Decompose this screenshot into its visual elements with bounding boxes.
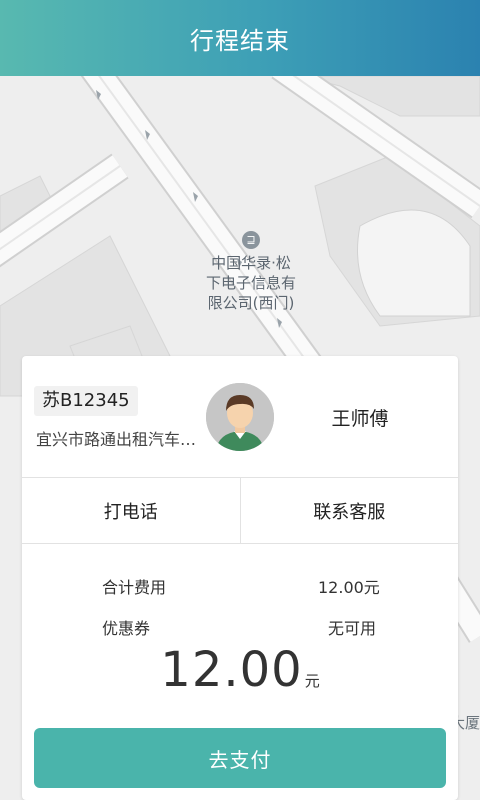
taxi-company: 宜兴市路通出租汽车有限公司 bbox=[36, 430, 206, 449]
trip-summary-card: 苏B12345 宜兴市路通出租汽车有限公司 王师傅 打电话 联系客服 合计费用 … bbox=[22, 356, 458, 800]
payable-amount-unit: 元 bbox=[304, 672, 320, 690]
page-title: 行程结束 bbox=[190, 26, 290, 55]
call-button[interactable]: 打电话 bbox=[22, 478, 240, 543]
poi-line-3: 限公司(西门) bbox=[207, 294, 295, 312]
poi-marker-icon: ⊒ bbox=[242, 231, 260, 249]
driver-info: 苏B12345 宜兴市路通出租汽车有限公司 王师傅 bbox=[22, 356, 458, 478]
license-plate: 苏B12345 bbox=[34, 386, 138, 416]
header-bar: 行程结束 bbox=[0, 0, 480, 76]
action-bar: 打电话 联系客服 bbox=[22, 478, 458, 544]
poi-line-2: 下电子信息有 bbox=[205, 274, 296, 292]
poi-line-1: 中国华录·松 bbox=[211, 254, 291, 272]
pay-button[interactable]: 去支付 bbox=[34, 728, 446, 788]
customer-service-button[interactable]: 联系客服 bbox=[239, 478, 459, 543]
driver-name: 王师傅 bbox=[331, 408, 389, 430]
coupon-value: 无可用 bbox=[328, 619, 377, 638]
coupon-row[interactable]: 优惠券 无可用 bbox=[22, 615, 458, 639]
coupon-label: 优惠券 bbox=[102, 619, 151, 638]
payable-amount-value: 12.00 bbox=[160, 642, 303, 698]
fee-total-row: 合计费用 12.00元 bbox=[22, 574, 458, 598]
payable-amount: 12.00 元 bbox=[22, 642, 458, 698]
driver-avatar-icon bbox=[206, 383, 274, 451]
map-poi-label[interactable]: ⊒ 中国华录·松 下电子信息有 限公司(西门) bbox=[196, 228, 306, 313]
fee-total-value: 12.00元 bbox=[318, 578, 380, 597]
fee-total-label: 合计费用 bbox=[102, 578, 167, 597]
